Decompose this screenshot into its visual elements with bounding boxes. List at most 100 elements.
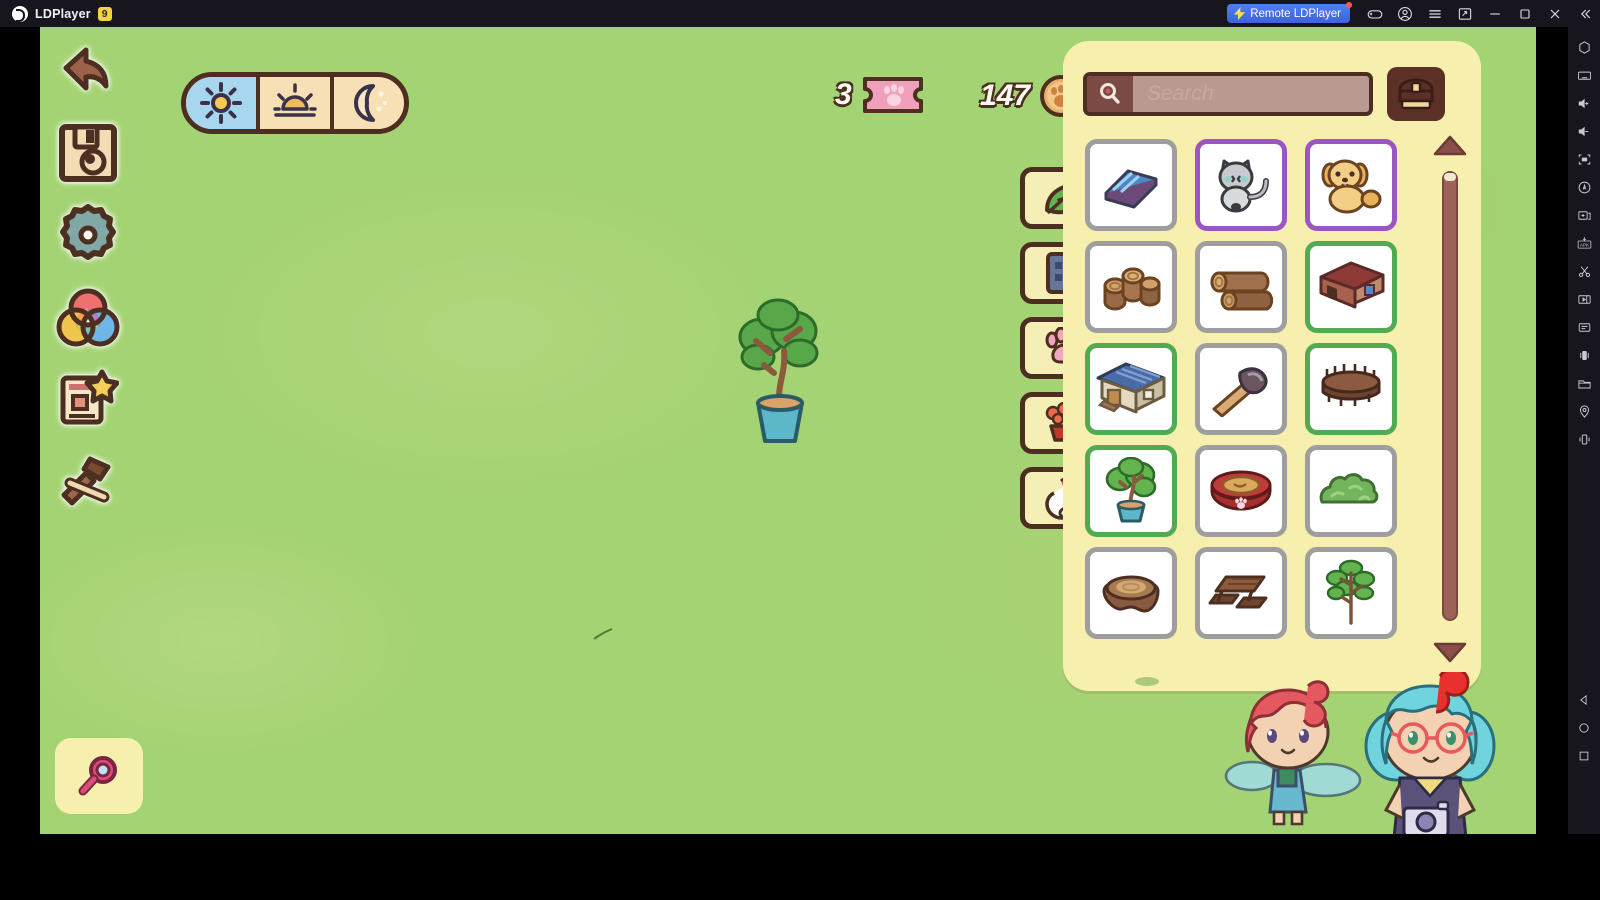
blue-house-icon [1096, 362, 1166, 414]
build-tools-button[interactable] [52, 445, 124, 517]
item-red-house[interactable] [1305, 241, 1397, 333]
ticket-counter: 3 [835, 75, 925, 115]
scroll-up-button[interactable] [1428, 129, 1472, 163]
item-tall-tree[interactable] [1305, 547, 1397, 639]
photo-mode-button[interactable] [52, 363, 124, 435]
script-icon[interactable] [1571, 313, 1597, 341]
characters-illustration [1224, 667, 1496, 834]
android-home-button[interactable] [1571, 714, 1597, 742]
scissors-icon[interactable] [1571, 257, 1597, 285]
inventory-grid [1085, 139, 1405, 639]
sun-icon [200, 82, 242, 124]
save-button[interactable] [52, 117, 124, 189]
ground-patch-decoration [1135, 677, 1159, 686]
add-instance-icon[interactable] [1571, 201, 1597, 229]
paw-ticket-icon [862, 77, 923, 113]
inventory-scrollbar[interactable] [1428, 129, 1472, 669]
remote-ldplayer-button[interactable]: Remote LDPlayer [1227, 2, 1352, 23]
time-day[interactable] [186, 77, 260, 129]
search-icon [1087, 76, 1133, 112]
menu-icon[interactable] [1420, 0, 1450, 27]
fullscreen-icon[interactable] [1571, 145, 1597, 173]
item-axe[interactable] [1195, 343, 1287, 435]
grass-blade-decoration [592, 627, 614, 646]
search-input[interactable] [1133, 76, 1369, 112]
undo-arrow-icon [63, 47, 109, 91]
search-box[interactable] [1083, 72, 1373, 116]
item-book[interactable] [1085, 139, 1177, 231]
location-pin-icon[interactable] [1571, 397, 1597, 425]
floppy-disk-icon [59, 124, 117, 182]
time-sunset[interactable] [260, 77, 334, 129]
bush-icon [1319, 473, 1379, 504]
video-record-icon[interactable] [1571, 285, 1597, 313]
game-screen[interactable]: 3 147 [40, 27, 1536, 834]
item-cat[interactable] [1195, 139, 1287, 231]
undo-button[interactable] [52, 35, 124, 107]
collapse-icon[interactable] [1570, 0, 1600, 27]
screenshot-icon[interactable] [1450, 0, 1480, 27]
inventory-panel [1063, 41, 1481, 691]
potted-tree-object-icon [738, 298, 819, 443]
apk-install-icon[interactable]: APK [1571, 229, 1597, 257]
volume-down-icon[interactable] [1571, 117, 1597, 145]
volume-up-icon[interactable] [1571, 89, 1597, 117]
red-house-icon [1319, 261, 1385, 309]
scrollbar-track[interactable] [1442, 171, 1458, 621]
auto-rotate-icon[interactable] [1571, 173, 1597, 201]
account-icon[interactable] [1390, 0, 1420, 27]
item-picnic-table[interactable] [1195, 547, 1287, 639]
time-of-day-selector [181, 72, 409, 134]
coin-value: 147 [980, 79, 1031, 112]
wooden-fence-icon [1321, 364, 1381, 406]
item-potted-tree[interactable] [1085, 445, 1177, 537]
magnifier-icon [78, 756, 117, 796]
item-wood-stumps[interactable] [1085, 241, 1177, 333]
settings-button[interactable] [52, 199, 124, 271]
item-tree-stump[interactable] [1085, 547, 1177, 639]
settings-hex-icon[interactable] [1571, 33, 1597, 61]
android-back-button[interactable] [1571, 686, 1597, 714]
window-titlebar: LDPlayer 9 Remote LDPlayer [0, 0, 1600, 27]
world-search-button[interactable] [55, 738, 143, 814]
storage-chest-button[interactable] [1387, 67, 1445, 121]
food-bowl-icon [1210, 470, 1272, 511]
chevron-down-icon [1433, 642, 1467, 663]
gamepad-icon[interactable] [1360, 0, 1390, 27]
close-icon[interactable] [1540, 0, 1570, 27]
scrollbar-thumb[interactable] [1444, 173, 1456, 181]
sunset-icon [273, 83, 317, 117]
minimize-icon[interactable] [1480, 0, 1510, 27]
photo-star-icon [60, 369, 119, 425]
gear-icon [60, 204, 116, 260]
item-logs[interactable] [1195, 241, 1287, 333]
keyboard-icon[interactable] [1571, 61, 1597, 89]
potted-tree-icon [1105, 457, 1157, 523]
logs-icon [1210, 271, 1274, 311]
shake-icon[interactable] [1571, 425, 1597, 453]
time-night[interactable] [334, 77, 404, 129]
remote-ldplayer-label: Remote LDPlayer [1250, 7, 1341, 20]
item-food-bowl[interactable] [1195, 445, 1287, 537]
maximize-icon[interactable] [1510, 0, 1540, 27]
lightning-icon [1234, 7, 1246, 20]
folder-icon[interactable] [1571, 369, 1597, 397]
fairy-character [1224, 680, 1362, 826]
item-bush[interactable] [1305, 445, 1397, 537]
tall-tree-icon [1325, 559, 1376, 625]
tree-stump-icon [1102, 575, 1160, 613]
item-blue-house[interactable] [1085, 343, 1177, 435]
color-palette-button[interactable] [52, 281, 124, 353]
scroll-down-button[interactable] [1428, 635, 1472, 669]
emulator-sidebar: APK [1568, 27, 1600, 834]
svg-text:APK: APK [1579, 242, 1589, 247]
item-wooden-fence[interactable] [1305, 343, 1397, 435]
rotate-screen-icon[interactable] [1571, 341, 1597, 369]
ldplayer-logo-icon [12, 5, 28, 22]
android-recents-button[interactable] [1571, 742, 1597, 770]
item-dog[interactable] [1305, 139, 1397, 231]
app-version-badge: 9 [97, 6, 112, 21]
inventory-search-row [1083, 67, 1445, 121]
wood-stumps-icon [1103, 267, 1161, 311]
placed-potted-tree[interactable] [730, 295, 826, 450]
